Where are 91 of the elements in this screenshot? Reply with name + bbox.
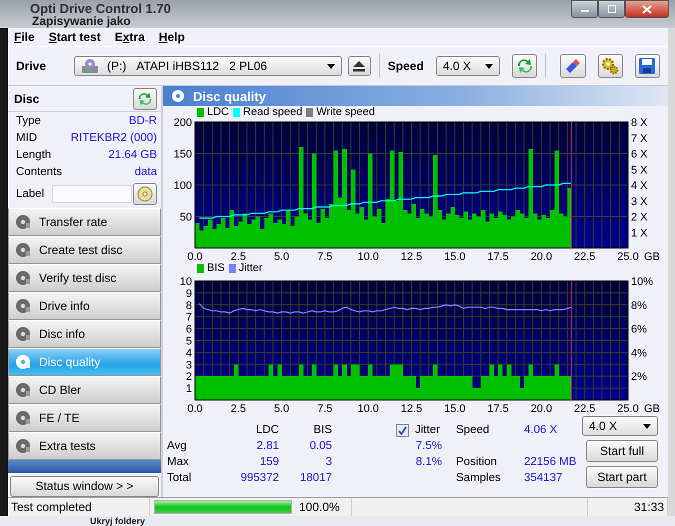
row-label: Total xyxy=(166,472,192,484)
axis-label: 6% xyxy=(631,324,647,336)
axis-label: 12.5 xyxy=(400,251,422,262)
axis-label: 5 X xyxy=(631,164,648,176)
speed-label: Speed xyxy=(388,59,424,73)
axis-label: 10% xyxy=(631,276,654,288)
info-label: Length xyxy=(16,149,52,162)
jitter-label: Jitter xyxy=(414,424,441,436)
axis-label: 2 xyxy=(186,371,192,384)
axis-label: 100 xyxy=(174,180,192,192)
axis-title: GB xyxy=(644,251,660,262)
legend-label: LDC xyxy=(207,106,230,118)
axis-label: 20.0 xyxy=(530,251,552,262)
axis-label: 7 X xyxy=(631,132,648,145)
axis-label: 15.0 xyxy=(444,403,466,414)
axis-label: 17.5 xyxy=(487,403,509,414)
axis-label: 1 xyxy=(186,383,192,396)
axis-label: 150 xyxy=(174,148,192,160)
axis-label: 7.5 xyxy=(317,403,333,414)
column-header: LDC xyxy=(254,424,279,436)
window-title: Opti Drive Control 1.70 xyxy=(30,2,171,15)
bis-value: 0.05 xyxy=(308,440,332,452)
axis-label: 0.0 xyxy=(187,251,203,262)
drive-label: Drive xyxy=(16,59,46,73)
row-label: Avg xyxy=(166,440,188,452)
axis-label: 20.0 xyxy=(530,403,552,414)
legend-label: Read speed xyxy=(243,106,302,118)
axis-label: 17.5 xyxy=(487,251,509,262)
axis-label: 3 X xyxy=(631,196,648,208)
axis-label: 200 xyxy=(174,118,192,129)
axis-label: 6 X xyxy=(631,148,648,160)
axis-label: 22.5 xyxy=(574,403,596,414)
axis-label: 0.0 xyxy=(187,403,203,414)
axis-label: 10.0 xyxy=(358,251,379,262)
info-value: 22156 MB xyxy=(523,456,578,468)
axis-label: 22.5 xyxy=(574,251,596,262)
axis-label: 2% xyxy=(631,371,647,384)
panel-title: Disc quality xyxy=(193,88,266,104)
axis-label: 4 X xyxy=(631,180,648,192)
info-label: Samples xyxy=(455,472,502,484)
legend-label: Write speed xyxy=(316,106,375,118)
legend-label: BIS xyxy=(207,262,225,274)
ldc-value: 995372 xyxy=(240,472,279,484)
disc-title: Disc xyxy=(14,92,40,106)
jitter-value: 8.1% xyxy=(414,456,442,468)
ldc-value: 2.81 xyxy=(256,440,279,452)
axis-label: 5 xyxy=(186,336,192,348)
bis-value: 18017 xyxy=(299,472,332,484)
axis-label: 9 xyxy=(186,288,192,300)
info-label: Contents xyxy=(16,166,62,178)
axis-label: 2.5 xyxy=(230,251,246,262)
info-value: BD-R xyxy=(128,114,157,127)
axis-label: 1 X xyxy=(631,227,648,240)
axis-label: 4 xyxy=(186,347,192,360)
info-value: RITEKBR2 (000) xyxy=(70,132,157,144)
axis-label: 8% xyxy=(631,300,647,312)
axis-label: 25.0 xyxy=(617,403,639,414)
axis-label: 2.5 xyxy=(230,403,246,414)
axis-label: 8 xyxy=(186,300,192,312)
legend-label: Jitter xyxy=(238,262,263,274)
column-header: BIS xyxy=(312,424,332,436)
info-label: Type xyxy=(16,114,41,127)
ldc-value: 159 xyxy=(258,456,279,468)
axis-label: 25.0 xyxy=(617,251,639,262)
axis-label: 15.0 xyxy=(444,251,466,262)
info-value: 21.64 GB xyxy=(108,149,157,162)
axis-label: 10 xyxy=(180,276,192,288)
info-value: data xyxy=(134,166,157,178)
axis-label: 8 X xyxy=(631,118,648,129)
jitter-value: 7.5% xyxy=(414,440,442,452)
axis-label: 12.5 xyxy=(400,403,422,414)
axis-label: 50 xyxy=(180,212,192,224)
info-label: Position xyxy=(455,456,498,468)
bis-value: 3 xyxy=(324,456,332,468)
axis-label: 3 xyxy=(186,359,192,372)
axis-title: GB xyxy=(644,403,660,414)
dialog-title: Zapisywanie jako xyxy=(32,15,132,28)
info-value: 354137 xyxy=(523,472,564,484)
row-label: Max xyxy=(166,456,190,468)
axis-label: 4% xyxy=(631,347,647,360)
info-label: Speed xyxy=(455,424,490,436)
info-label: MID xyxy=(16,132,38,144)
axis-label: 5.0 xyxy=(274,403,290,414)
axis-label: 2 X xyxy=(631,212,648,224)
axis-label: 10.0 xyxy=(358,403,379,414)
label-caption: Label xyxy=(16,188,44,200)
axis-label: 7 xyxy=(186,312,192,324)
info-value: 4.06 X xyxy=(523,424,558,436)
axis-label: 5.0 xyxy=(274,251,290,262)
axis-label: 6 xyxy=(186,324,192,336)
axis-label: 7.5 xyxy=(317,251,333,262)
